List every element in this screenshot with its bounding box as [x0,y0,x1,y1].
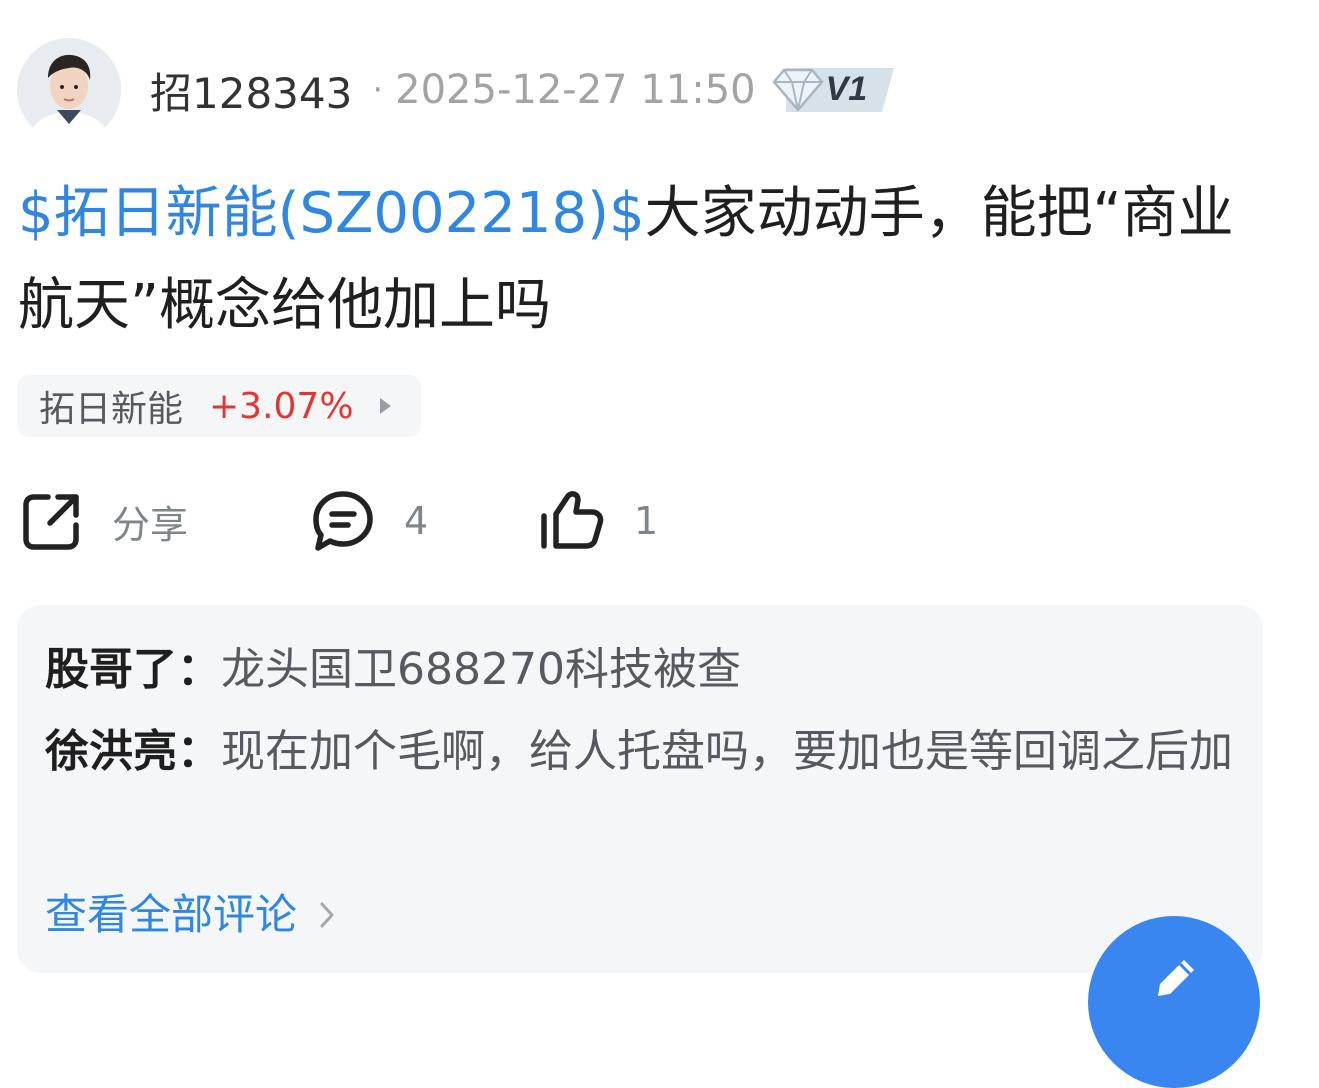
stock-tag-link[interactable]: $拓日新能(SZ002218)$ [18,181,645,246]
chevron-right-icon [320,902,334,928]
separator-dot: · [372,70,384,110]
comment-button[interactable]: 4 [310,488,428,554]
share-label: 分享 [112,502,189,547]
avatar[interactable] [17,38,121,142]
pencil-icon [1158,960,1194,996]
comment-item[interactable]: 徐洪亮：现在加个毛啊，给人托盘吗，要加也是等回调之后加 [45,715,1235,789]
comment-author[interactable]: 股哥了： [45,644,221,695]
like-count: 1 [634,499,659,543]
stock-change: +3.07% [209,385,354,427]
share-button[interactable]: 分享 [20,488,188,554]
comment-author[interactable]: 徐洪亮： [45,726,221,777]
comment-text: 龙头国卫688270科技被查 [221,644,741,695]
post-timestamp: 2025-12-27 11:50 [395,67,756,113]
comments-preview: 股哥了：龙头国卫688270科技被查 徐洪亮：现在加个毛啊，给人托盘吗，要加也是… [17,605,1263,973]
comment-item[interactable]: 股哥了：龙头国卫688270科技被查 [45,633,1235,707]
stock-quote-chip[interactable]: 拓日新能 +3.07% [17,375,421,437]
avatar-image [17,38,121,142]
like-button[interactable]: 1 [538,488,658,554]
thumbs-up-icon [541,491,604,549]
level-badge: V1 [770,64,900,116]
comment-icon [313,491,373,551]
share-icon [23,494,79,550]
play-arrow-icon [379,398,391,414]
level-badge-text: V1 [825,70,868,108]
stock-name: 拓日新能 [39,389,184,430]
comment-count: 4 [404,499,429,543]
username[interactable]: 招128343 [150,60,352,121]
view-all-comments-link[interactable]: 查看全部评论 [45,887,335,943]
post-content: $拓日新能(SZ002218)$大家动动手，能把“商业航天”概念给他加上吗 [18,168,1248,352]
comment-text: 现在加个毛啊，给人托盘吗，要加也是等回调之后加 [221,726,1233,777]
compose-fab-button[interactable] [1088,916,1260,1088]
view-all-comments-label: 查看全部评论 [45,890,298,939]
post-header: 招128343 · 2025-12-27 11:50 V1 [150,58,900,122]
